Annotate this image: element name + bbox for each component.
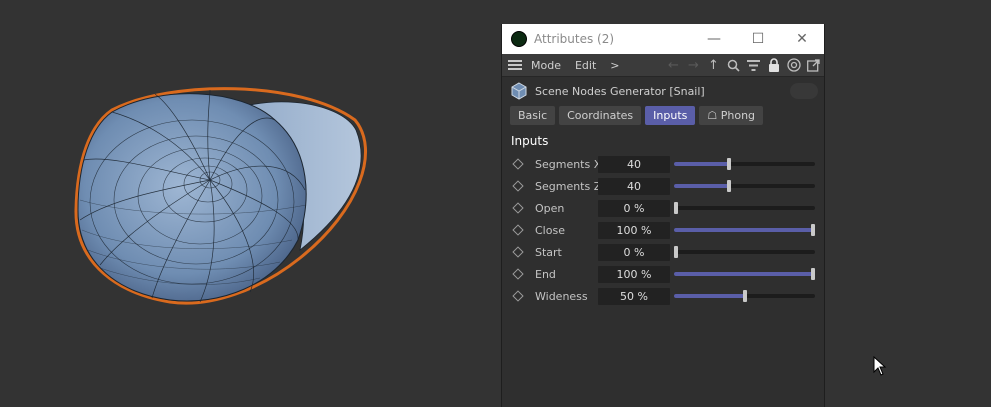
- slider-fill: [674, 228, 813, 232]
- menu-mode[interactable]: Mode: [531, 59, 561, 72]
- minimize-button[interactable]: —: [692, 24, 736, 54]
- keyframe-icon[interactable]: [512, 290, 524, 302]
- slider-knob[interactable]: [811, 268, 815, 280]
- param-value-field[interactable]: 40: [598, 177, 670, 195]
- slider-knob[interactable]: [674, 246, 678, 258]
- param-row-open: Open 0 %: [502, 197, 824, 219]
- mouse-cursor-icon: [873, 356, 887, 376]
- param-value-field[interactable]: 0 %: [598, 199, 670, 217]
- param-value-field[interactable]: 100 %: [598, 221, 670, 239]
- object-toggle[interactable]: [790, 83, 818, 99]
- param-slider[interactable]: [674, 180, 815, 192]
- parameter-list: Segments X 40 Segments Z 40 Open 0 % Clo…: [502, 153, 824, 307]
- keyframe-icon[interactable]: [512, 158, 524, 170]
- slider-knob[interactable]: [674, 202, 678, 214]
- menu-more[interactable]: >: [610, 59, 619, 72]
- param-row-start: Start 0 %: [502, 241, 824, 263]
- tab-bar: Basic Coordinates Inputs ☖ Phong: [510, 106, 764, 125]
- keyframe-icon[interactable]: [512, 202, 524, 214]
- param-slider[interactable]: [674, 202, 815, 214]
- param-label: Segments Z: [535, 179, 602, 193]
- param-row-segments-z: Segments Z 40: [502, 175, 824, 197]
- section-title: Inputs: [511, 134, 549, 148]
- slider-knob[interactable]: [727, 180, 731, 192]
- keyframe-icon[interactable]: [512, 180, 524, 192]
- arrow-up-icon[interactable]: ↑: [705, 57, 722, 74]
- param-slider[interactable]: [674, 268, 815, 280]
- keyframe-icon[interactable]: [512, 224, 524, 236]
- menu-edit[interactable]: Edit: [575, 59, 596, 72]
- param-value-field[interactable]: 100 %: [598, 265, 670, 283]
- attributes-panel: Attributes (2) — ☐ ✕ Mode Edit > ← → ↑ S…: [501, 24, 825, 407]
- param-label: Open: [535, 201, 565, 215]
- arrow-right-icon[interactable]: →: [685, 57, 702, 74]
- param-label: Segments X: [535, 157, 602, 171]
- param-value-field[interactable]: 40: [598, 155, 670, 173]
- window-title: Attributes (2): [534, 32, 615, 46]
- keyframe-icon[interactable]: [512, 268, 524, 280]
- param-label: Start: [535, 245, 562, 259]
- slider-fill: [674, 294, 745, 298]
- param-slider[interactable]: [674, 290, 815, 302]
- slider-knob[interactable]: [727, 158, 731, 170]
- hamburger-icon[interactable]: [508, 60, 522, 70]
- slider-knob[interactable]: [743, 290, 747, 302]
- snail-shell-model[interactable]: [60, 80, 380, 320]
- param-slider[interactable]: [674, 158, 815, 170]
- search-icon[interactable]: [725, 57, 742, 74]
- new-window-icon[interactable]: [805, 57, 822, 74]
- tab-basic[interactable]: Basic: [510, 106, 556, 125]
- tab-inputs[interactable]: Inputs: [645, 106, 696, 125]
- param-slider[interactable]: [674, 246, 815, 258]
- lock-icon[interactable]: [765, 57, 782, 74]
- object-name: Scene Nodes Generator [Snail]: [535, 84, 705, 98]
- title-bar[interactable]: Attributes (2) — ☐ ✕: [502, 24, 824, 54]
- slider-knob[interactable]: [811, 224, 815, 236]
- cube-icon: [511, 82, 527, 100]
- param-row-end: End 100 %: [502, 263, 824, 285]
- param-value-field[interactable]: 50 %: [598, 287, 670, 305]
- param-label: Wideness: [535, 289, 588, 303]
- maximize-button[interactable]: ☐: [736, 24, 780, 54]
- param-label: End: [535, 267, 556, 281]
- param-row-segments-x: Segments X 40: [502, 153, 824, 175]
- keyframe-icon[interactable]: [512, 246, 524, 258]
- app-icon: [511, 31, 527, 47]
- param-row-wideness: Wideness 50 %: [502, 285, 824, 307]
- close-button[interactable]: ✕: [780, 24, 824, 54]
- target-icon[interactable]: [785, 57, 802, 74]
- arrow-left-icon[interactable]: ←: [665, 57, 682, 74]
- slider-fill: [674, 184, 729, 188]
- param-row-close: Close 100 %: [502, 219, 824, 241]
- 3d-viewport[interactable]: [0, 0, 991, 407]
- tab-phong[interactable]: ☖ Phong: [699, 106, 764, 125]
- param-value-field[interactable]: 0 %: [598, 243, 670, 261]
- filter-icon[interactable]: [745, 57, 762, 74]
- tab-coordinates[interactable]: Coordinates: [559, 106, 642, 125]
- menu-bar: Mode Edit > ← → ↑: [502, 54, 824, 77]
- slider-fill: [674, 272, 813, 276]
- param-label: Close: [535, 223, 565, 237]
- slider-fill: [674, 162, 729, 166]
- object-header: Scene Nodes Generator [Snail]: [502, 77, 824, 105]
- param-slider[interactable]: [674, 224, 815, 236]
